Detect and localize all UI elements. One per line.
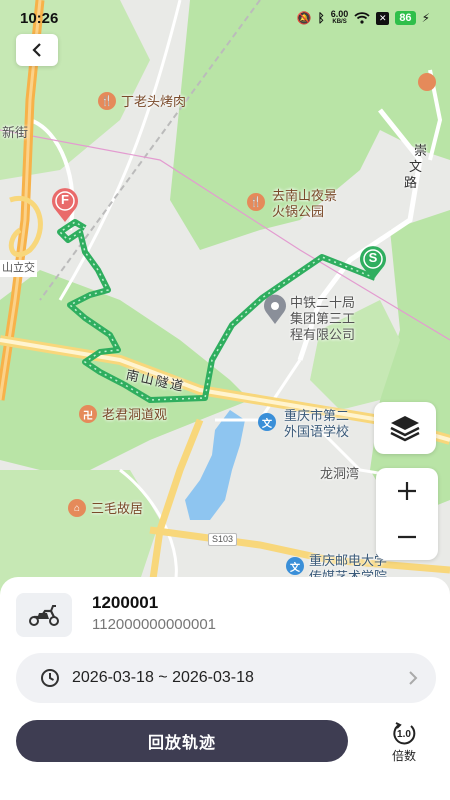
wifi-icon <box>354 12 370 24</box>
map-label: 中铁二十局 <box>290 295 356 310</box>
date-range-text: 2026-03-18 ~ 2026-03-18 <box>72 669 254 686</box>
map-label: 集团第三工 <box>290 311 356 326</box>
map-label: 崇 <box>414 143 428 158</box>
map-label: S103 <box>208 533 238 546</box>
close-box-icon: ✕ <box>376 11 390 25</box>
net-speed: 6.00 KB/S <box>331 10 349 26</box>
map-label: 新街 <box>2 125 29 140</box>
map-label: 老君洞道观 <box>102 407 168 422</box>
start-marker-label: S <box>368 250 378 265</box>
minus-icon <box>398 535 416 539</box>
speed-label: 倍数 <box>391 749 416 763</box>
playback-speed-button[interactable]: 1.0 倍数 <box>380 722 428 764</box>
map-label: 三毛故居 <box>91 501 144 516</box>
clock-icon <box>41 669 59 687</box>
map-label: 丁老头烤肉 <box>121 94 187 109</box>
battery-level: 86 <box>395 11 416 25</box>
status-time: 10:26 <box>20 9 59 27</box>
speed-icon: 1.0 <box>391 722 417 746</box>
status-bar: 10:26 🔕 ᛒ 6.00 KB/S ✕ 86 ⚡ <box>0 0 450 36</box>
net-speed-unit: KB/S <box>332 19 347 25</box>
map-label: 重庆市第二 <box>284 408 350 423</box>
map-label: 外国语学校 <box>284 424 350 439</box>
map-label: 去南山夜景 <box>272 188 338 203</box>
back-button[interactable] <box>16 34 58 66</box>
plus-icon <box>398 482 416 500</box>
landmark-icon: ⌂ <box>68 499 86 517</box>
scooter-icon <box>29 605 59 626</box>
location-pin-icon <box>264 294 286 324</box>
chevron-right-icon <box>409 671 418 685</box>
school-icon: 文 <box>258 413 276 431</box>
mute-icon: 🔕 <box>296 11 312 25</box>
restaurant-icon: 🍴 <box>247 193 265 211</box>
status-icons: 🔕 ᛒ 6.00 KB/S ✕ 86 ⚡ <box>297 10 430 26</box>
restaurant-icon: 🍴 <box>98 92 116 110</box>
map-label: 程有限公司 <box>290 327 356 342</box>
map-label: 山立交 <box>0 260 37 277</box>
chevron-left-icon <box>32 43 41 57</box>
finish-marker-label: F <box>61 192 69 207</box>
map-label: 龙洞湾 <box>320 466 360 481</box>
map-label: 路 <box>404 175 418 190</box>
date-range-selector[interactable]: 2026-03-18 ~ 2026-03-18 <box>16 653 436 703</box>
vehicle-id: 112000000000001 <box>92 616 217 633</box>
track-bottom-sheet: 1200001 112000000000001 2026-03-18 ~ 202… <box>0 577 450 800</box>
zoom-in-button[interactable] <box>376 468 438 514</box>
bluetooth-icon: ᛒ <box>317 11 325 25</box>
vehicle-thumbnail <box>16 593 72 637</box>
map-layers-button[interactable] <box>374 402 436 454</box>
zoom-controls <box>376 468 438 560</box>
charging-icon: ⚡ <box>421 11 430 25</box>
map-label: 火锅公园 <box>272 204 325 219</box>
vehicle-name: 1200001 <box>92 593 159 612</box>
school-icon: 文 <box>286 557 304 575</box>
net-speed-value: 6.00 <box>330 9 349 19</box>
layers-icon <box>390 416 420 442</box>
map-label: 文 <box>409 159 423 174</box>
speed-value: 1.0 <box>397 728 411 740</box>
temple-icon: 卍 <box>79 405 97 423</box>
replay-track-button[interactable]: 回放轨迹 <box>16 720 348 762</box>
poi-icon <box>418 73 436 91</box>
zoom-out-button[interactable] <box>376 514 438 560</box>
